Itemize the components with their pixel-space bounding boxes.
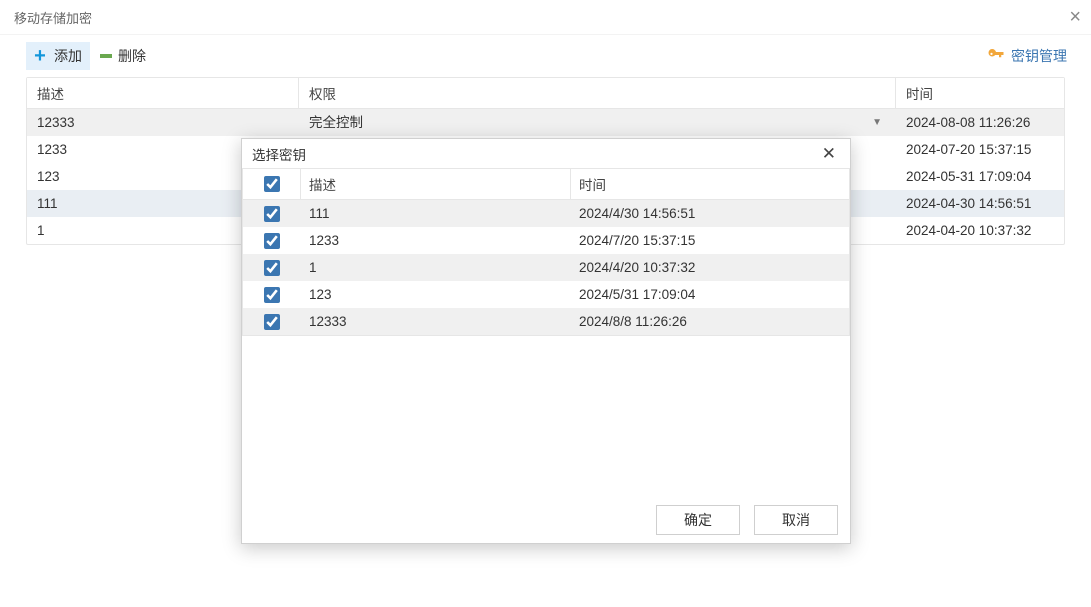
key-manage-label: 密钥管理: [1011, 46, 1067, 66]
cell-time: 2024-07-20 15:37:15: [896, 136, 1064, 163]
dialog-table-row[interactable]: 123332024/8/8 11:26:26: [243, 308, 849, 335]
dialog-table-body: 1112024/4/30 14:56:5112332024/7/20 15:37…: [243, 200, 849, 335]
add-button[interactable]: + 添加: [26, 42, 90, 70]
cell-time: 2024-04-20 10:37:32: [896, 217, 1064, 244]
row-checkbox[interactable]: [264, 233, 280, 249]
dialog-cell-time: 2024/4/30 14:56:51: [571, 200, 849, 227]
dialog-close-icon[interactable]: ✕: [818, 144, 840, 164]
dialog-column-time[interactable]: 时间: [571, 169, 849, 200]
dialog-cell-time: 2024/7/20 15:37:15: [571, 227, 849, 254]
dialog-body: 描述 时间 1112024/4/30 14:56:5112332024/7/20…: [242, 169, 850, 497]
dialog-cell-checkbox: [243, 254, 301, 281]
dialog-cell-desc: 1: [301, 254, 571, 281]
dialog-column-desc[interactable]: 描述: [301, 169, 571, 200]
dialog-table-header: 描述 时间: [243, 169, 849, 200]
column-header-desc[interactable]: 描述: [27, 78, 299, 108]
dialog-column-checkbox[interactable]: [243, 169, 301, 200]
dialog-title: 选择密钥: [252, 144, 818, 164]
plus-icon: +: [30, 46, 50, 66]
select-key-dialog: 选择密钥 ✕ 描述 时间 1112024/4/30 14:56:51123320…: [241, 138, 851, 544]
main-table-header: 描述 权限 时间: [27, 78, 1064, 109]
window-title: 移动存储加密: [14, 8, 92, 27]
cell-perm[interactable]: 完全控制 ▼: [299, 109, 896, 136]
ok-button[interactable]: 确定: [656, 505, 740, 535]
add-button-label: 添加: [54, 46, 82, 66]
dropdown-icon: ▼: [872, 109, 886, 136]
dialog-header: 选择密钥 ✕: [242, 139, 850, 169]
dialog-cell-desc: 111: [301, 200, 571, 227]
delete-button[interactable]: 删除: [94, 42, 152, 70]
dialog-footer: 确定 取消: [242, 497, 850, 543]
dialog-cell-desc: 123: [301, 281, 571, 308]
cell-time: 2024-04-30 14:56:51: [896, 190, 1064, 217]
cell-time: 2024-08-08 11:26:26: [896, 109, 1064, 136]
delete-button-label: 删除: [118, 46, 146, 66]
key-icon: [987, 46, 1005, 67]
row-checkbox[interactable]: [264, 287, 280, 303]
cell-perm-value: 完全控制: [309, 109, 363, 136]
dialog-cell-checkbox: [243, 281, 301, 308]
dialog-cell-desc: 12333: [301, 308, 571, 335]
close-icon[interactable]: ×: [1069, 7, 1081, 27]
column-header-time[interactable]: 时间: [896, 78, 1064, 108]
dialog-table-row[interactable]: 1232024/5/31 17:09:04: [243, 281, 849, 308]
minus-icon: [100, 54, 112, 58]
dialog-header-checkbox[interactable]: [264, 176, 280, 192]
cell-time: 2024-05-31 17:09:04: [896, 163, 1064, 190]
cancel-button[interactable]: 取消: [754, 505, 838, 535]
dialog-table: 描述 时间 1112024/4/30 14:56:5112332024/7/20…: [242, 169, 850, 336]
dialog-cell-desc: 1233: [301, 227, 571, 254]
row-checkbox[interactable]: [264, 260, 280, 276]
toolbar: + 添加 删除 密钥管理: [0, 35, 1091, 77]
dialog-cell-time: 2024/8/8 11:26:26: [571, 308, 849, 335]
dialog-cell-checkbox: [243, 308, 301, 335]
dialog-table-row[interactable]: 1112024/4/30 14:56:51: [243, 200, 849, 227]
dialog-cell-checkbox: [243, 227, 301, 254]
cell-desc: 12333: [27, 109, 299, 136]
dialog-cell-checkbox: [243, 200, 301, 227]
row-checkbox[interactable]: [264, 314, 280, 330]
table-row[interactable]: 12333 完全控制 ▼ 2024-08-08 11:26:26: [27, 109, 1064, 136]
key-manage-button[interactable]: 密钥管理: [987, 46, 1081, 67]
toolbar-left: + 添加 删除: [26, 42, 987, 70]
title-bar: 移动存储加密 ×: [0, 0, 1091, 34]
row-checkbox[interactable]: [264, 206, 280, 222]
dialog-table-row[interactable]: 12024/4/20 10:37:32: [243, 254, 849, 281]
dialog-table-row[interactable]: 12332024/7/20 15:37:15: [243, 227, 849, 254]
dialog-cell-time: 2024/5/31 17:09:04: [571, 281, 849, 308]
column-header-perm[interactable]: 权限: [299, 78, 896, 108]
dialog-cell-time: 2024/4/20 10:37:32: [571, 254, 849, 281]
